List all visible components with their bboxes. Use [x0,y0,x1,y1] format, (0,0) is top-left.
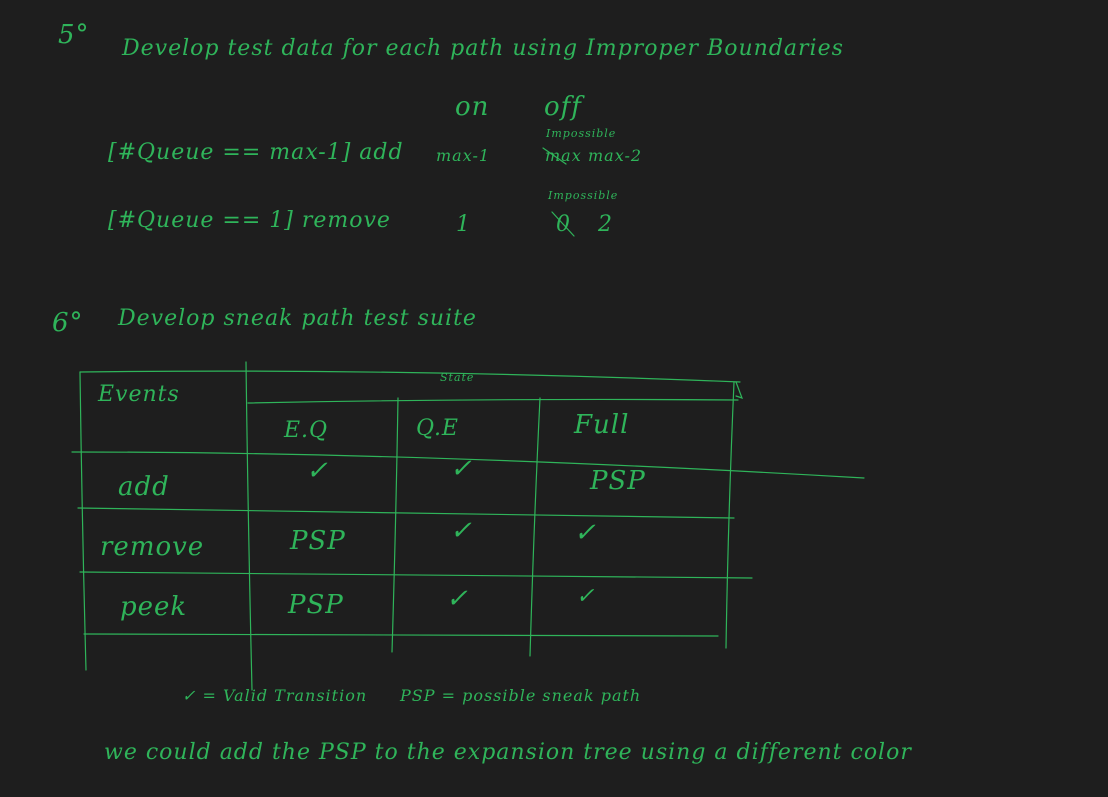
cell-remove-full: ✓ [574,518,597,548]
column-header-qe: Q.E [416,416,459,441]
state-underline [247,398,739,404]
events-column-divider [245,361,253,691]
cell-peek-qe: ✓ [446,584,469,614]
cell-peek-full: ✓ [576,584,596,609]
column-header-full: Full [574,410,630,440]
legend-possible-sneak-path: PSP = possible sneak path [400,686,642,705]
legend-valid-transition: ✓ = Valid Transition [182,686,368,705]
whiteboard-canvas: 5° Develop test data for each path using… [0,0,1108,797]
cell-remove-qe: ✓ [450,516,473,546]
row-divider-add [77,507,735,519]
arrow-mark [735,381,744,399]
row-divider-peek [83,633,719,637]
cell-remove-eq: PSP [290,526,346,556]
strike-zero [551,211,575,237]
cell-peek-eq: PSP [288,590,344,620]
cell-add-qe: ✓ [450,454,473,484]
table-corner-header: Events [98,382,180,407]
row-event-remove: remove [100,532,205,562]
row-event-peek: peek [120,592,188,622]
strike-max [542,147,567,165]
closing-note: we could add the PSP to the expansion tr… [104,740,912,765]
table-right-border [725,381,735,649]
table-group-header: State [440,371,475,384]
table-left-border [79,371,87,671]
row-divider-remove [79,571,753,579]
column-divider-1 [391,397,399,653]
row-event-add: add [118,472,170,502]
cell-add-eq: ✓ [306,456,329,486]
table-top-border [79,370,741,383]
column-header-eq: E.Q [284,418,329,443]
column-divider-2 [529,397,541,657]
cell-add-full: PSP [590,466,646,496]
